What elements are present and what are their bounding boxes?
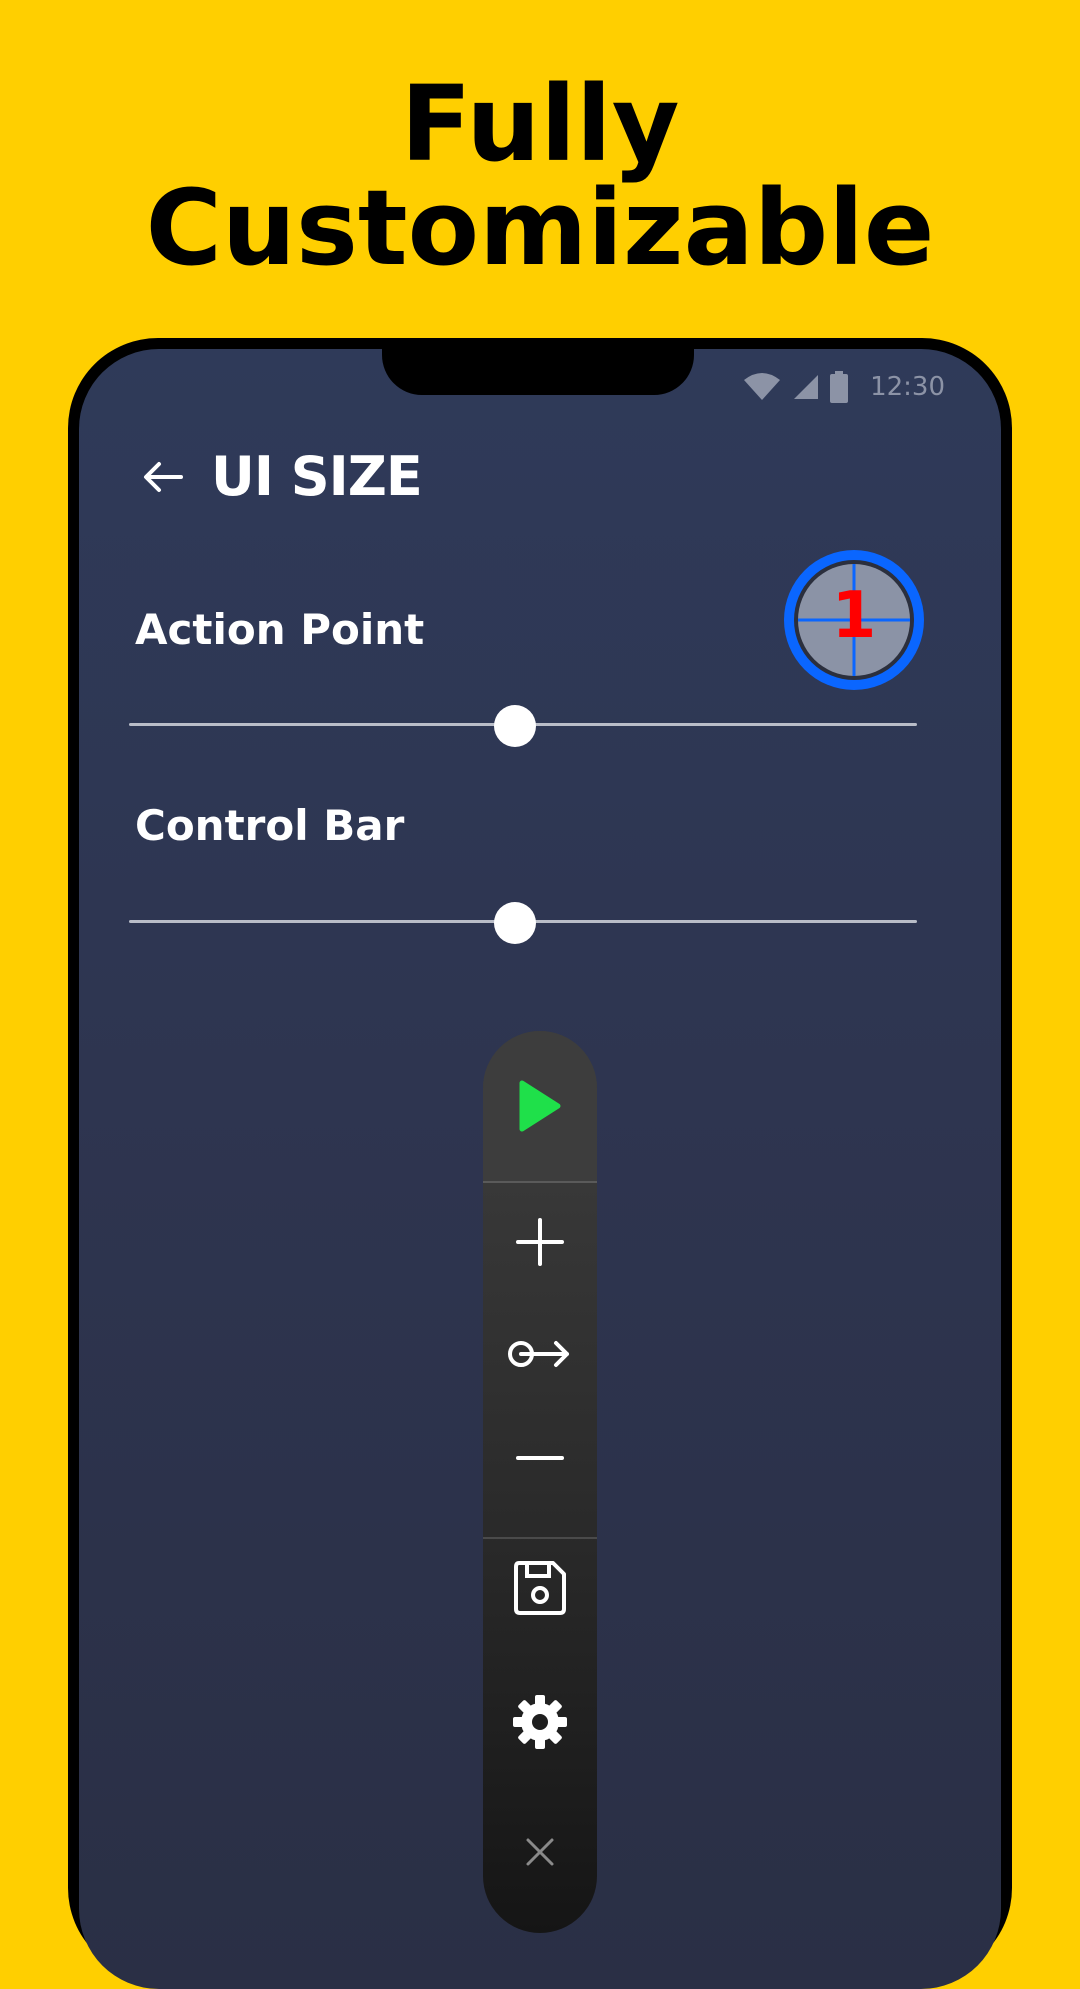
play-button[interactable] bbox=[483, 1061, 597, 1151]
battery-icon bbox=[830, 371, 849, 403]
wifi-icon bbox=[744, 373, 781, 400]
headline: Fully Customizable bbox=[0, 72, 1080, 280]
phone-screen: 12:30 UI SIZE Action Point 1 Control Bar bbox=[79, 349, 1001, 1989]
add-point-button[interactable] bbox=[483, 1197, 597, 1287]
bar-divider bbox=[483, 1537, 597, 1539]
signal-icon bbox=[794, 375, 819, 399]
save-button[interactable] bbox=[483, 1543, 597, 1633]
action-point-number: 1 bbox=[832, 579, 877, 653]
close-icon bbox=[526, 1838, 554, 1866]
phone-frame: 12:30 UI SIZE Action Point 1 Control Bar bbox=[68, 338, 1012, 1989]
control-bar-slider[interactable] bbox=[129, 902, 917, 944]
status-bar: 12:30 bbox=[742, 367, 945, 407]
save-icon bbox=[514, 1561, 566, 1615]
notch bbox=[382, 349, 694, 395]
action-point-slider[interactable] bbox=[129, 705, 917, 747]
arrow-left-icon[interactable] bbox=[139, 453, 187, 501]
swipe-arrow-icon bbox=[508, 1341, 569, 1367]
action-point-label: Action Point bbox=[135, 605, 425, 654]
status-time: 12:30 bbox=[870, 372, 945, 402]
action-point-preview: 1 bbox=[784, 550, 924, 690]
settings-button[interactable] bbox=[483, 1677, 597, 1767]
page-title: UI SIZE bbox=[211, 445, 423, 508]
remove-point-button[interactable] bbox=[483, 1413, 597, 1503]
control-bar-label: Control Bar bbox=[135, 801, 405, 850]
add-swipe-button[interactable] bbox=[483, 1309, 597, 1399]
slider-thumb[interactable] bbox=[494, 705, 537, 747]
slider-thumb[interactable] bbox=[494, 902, 537, 944]
gear-icon bbox=[513, 1695, 567, 1749]
plus-icon bbox=[516, 1218, 564, 1266]
floating-control-bar bbox=[483, 1031, 597, 1933]
minus-icon bbox=[516, 1456, 564, 1460]
headline-line-2: Customizable bbox=[145, 167, 935, 289]
close-button[interactable] bbox=[483, 1807, 597, 1897]
headline-line-1: Fully bbox=[400, 63, 680, 185]
play-icon bbox=[519, 1080, 561, 1132]
